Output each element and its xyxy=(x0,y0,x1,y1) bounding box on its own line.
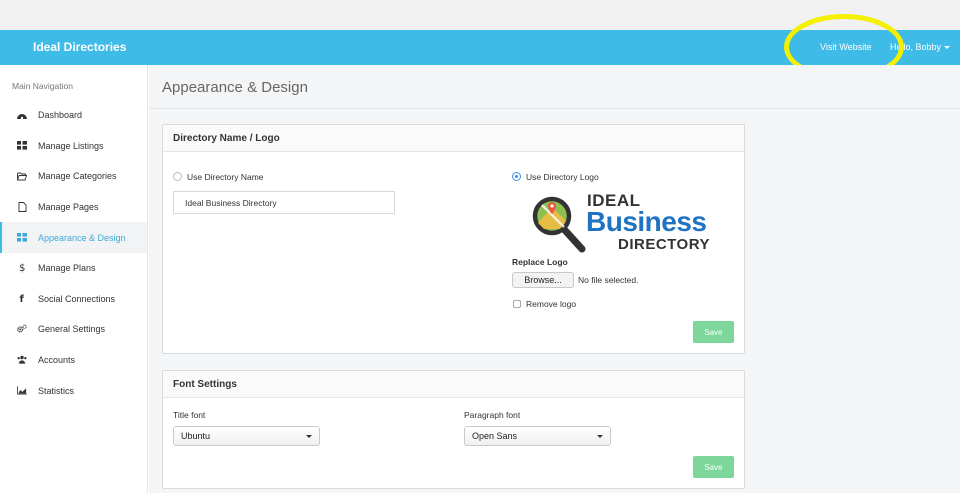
save-button[interactable]: Save xyxy=(693,456,734,478)
use-name-label[interactable]: Use Directory Name xyxy=(187,172,264,182)
remove-logo-checkbox[interactable] xyxy=(513,300,521,308)
browse-button[interactable]: Browse... xyxy=(512,272,574,288)
sidebar-item-manage-plans[interactable]: $ Manage Plans xyxy=(0,253,147,284)
sidebar-item-label: Accounts xyxy=(38,355,76,366)
sidebar-nav: Dashboard Manage Listings Manage Categor… xyxy=(0,100,147,406)
use-logo-radio[interactable] xyxy=(512,172,521,181)
replace-logo-label: Replace Logo xyxy=(512,257,568,267)
chevron-down-icon xyxy=(597,435,603,438)
th-large-icon xyxy=(17,141,27,151)
sidebar-item-label: Manage Listings xyxy=(38,140,104,151)
sidebar-item-label: Dashboard xyxy=(38,110,83,121)
dollar-icon: $ xyxy=(17,263,27,273)
no-file-text: No file selected. xyxy=(578,275,639,285)
sidebar-item-manage-pages[interactable]: Manage Pages xyxy=(0,192,147,223)
sidebar-item-label: Appearance & Design xyxy=(38,232,126,243)
panel-heading: Directory Name / Logo xyxy=(163,125,744,152)
file-icon xyxy=(17,201,27,212)
sidebar-item-dashboard[interactable]: Dashboard xyxy=(0,100,147,131)
sidebar-item-manage-categories[interactable]: Manage Categories xyxy=(0,161,147,192)
facebook-icon: f xyxy=(17,294,27,304)
area-chart-icon xyxy=(17,385,27,395)
brand-name[interactable]: Ideal Directories xyxy=(33,40,126,54)
gears-icon xyxy=(17,324,27,334)
directory-name-input[interactable]: Ideal Business Directory xyxy=(173,191,395,214)
sidebar-item-label: Manage Categories xyxy=(38,171,117,182)
sidebar-item-label: Manage Plans xyxy=(38,263,96,274)
title-font-value: Ubuntu xyxy=(181,431,211,441)
title-font-label: Title font xyxy=(173,410,206,420)
sidebar-item-label: Social Connections xyxy=(38,293,116,304)
sidebar-item-label: Statistics xyxy=(38,385,75,396)
grid-icon xyxy=(17,232,27,242)
remove-logo-label[interactable]: Remove logo xyxy=(526,299,576,309)
sidebar-item-statistics[interactable]: Statistics xyxy=(0,375,147,406)
use-logo-label[interactable]: Use Directory Logo xyxy=(526,172,599,182)
sidebar: Main Navigation Dashboard Manage Listing… xyxy=(0,65,148,493)
sidebar-item-accounts[interactable]: Accounts xyxy=(0,345,147,376)
paragraph-font-label: Paragraph font xyxy=(464,410,521,420)
directory-logo-panel: Directory Name / Logo Use Directory Name… xyxy=(162,124,745,354)
svg-text:f: f xyxy=(20,294,25,304)
title-font-select[interactable]: Ubuntu xyxy=(173,426,320,446)
folder-open-icon xyxy=(17,171,27,181)
logo-text-business: Business xyxy=(586,206,707,237)
sidebar-item-general-settings[interactable]: General Settings xyxy=(0,314,147,345)
page-title: Appearance & Design xyxy=(162,79,308,96)
sidebar-heading: Main Navigation xyxy=(12,81,73,91)
users-icon xyxy=(17,355,27,365)
sidebar-item-label: General Settings xyxy=(38,324,106,335)
svg-text:$: $ xyxy=(19,263,25,273)
paragraph-font-select[interactable]: Open Sans xyxy=(464,426,611,446)
use-name-radio[interactable] xyxy=(173,172,182,181)
logo-text-directory: DIRECTORY xyxy=(618,236,711,253)
sidebar-item-label: Manage Pages xyxy=(38,202,99,213)
sidebar-item-manage-listings[interactable]: Manage Listings xyxy=(0,131,147,162)
sidebar-item-appearance-design[interactable]: Appearance & Design xyxy=(0,222,147,253)
magnifier-map-icon xyxy=(532,196,586,253)
chevron-down-icon xyxy=(306,435,312,438)
sidebar-item-social-connections[interactable]: f Social Connections xyxy=(0,284,147,315)
main-content: Appearance & Design Directory Name / Log… xyxy=(149,65,960,493)
save-button[interactable]: Save xyxy=(693,321,734,343)
page-header: Appearance & Design xyxy=(149,65,960,109)
panel-heading: Font Settings xyxy=(163,371,744,398)
caret-down-icon xyxy=(944,46,951,50)
dashboard-icon xyxy=(17,110,27,120)
paragraph-font-value: Open Sans xyxy=(472,431,518,441)
font-settings-panel: Font Settings Title font Ubuntu Paragrap… xyxy=(162,370,745,489)
directory-logo-image: IDEAL Business DIRECTORY xyxy=(530,191,720,255)
